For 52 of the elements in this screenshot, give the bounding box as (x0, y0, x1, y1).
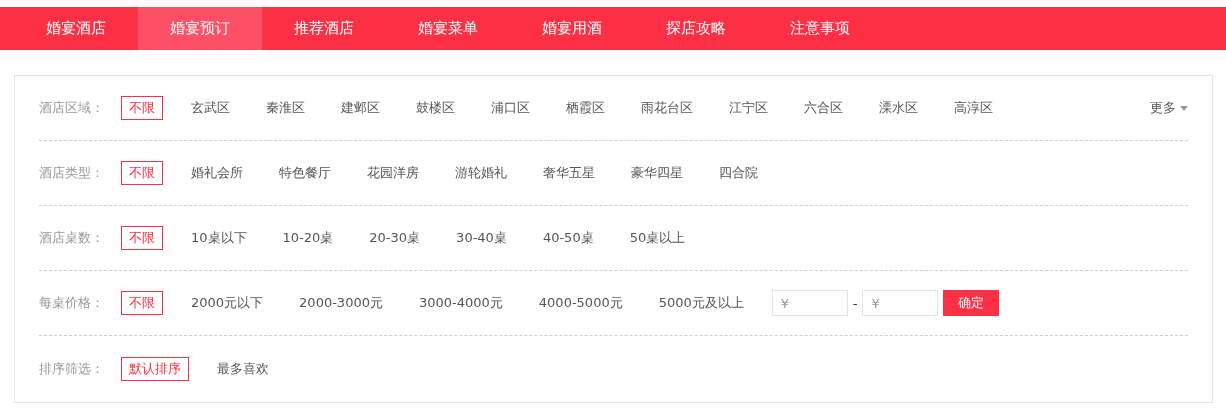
filter-label: 酒店桌数： (39, 229, 105, 247)
filter-option[interactable]: 江宁区 (721, 96, 776, 120)
confirm-button[interactable]: 确定 (943, 290, 1000, 316)
filter-option[interactable]: 六合区 (796, 96, 851, 120)
nav-tab[interactable]: 婚宴菜单 (386, 7, 510, 50)
filter-label: 每桌价格： (39, 294, 105, 312)
filter-option[interactable]: 游轮婚礼 (447, 161, 515, 185)
filter-option[interactable]: 2000元以下 (183, 291, 272, 315)
nav-tab[interactable]: 探店攻略 (634, 7, 758, 50)
filter-option[interactable]: 特色餐厅 (271, 161, 339, 185)
filter-option[interactable]: 花园洋房 (359, 161, 427, 185)
filter-option[interactable]: 秦淮区 (258, 96, 313, 120)
filter-option[interactable]: 鼓楼区 (408, 96, 463, 120)
filter-label: 酒店区域： (39, 99, 105, 117)
filter-option[interactable]: 30-40桌 (448, 226, 515, 250)
filter-label: 排序筛选： (39, 359, 105, 378)
filter-option[interactable]: 默认排序 (121, 356, 189, 381)
nav-tab[interactable]: 婚宴用酒 (510, 7, 634, 50)
max-price-field[interactable]: ¥ (862, 290, 939, 316)
nav-tab[interactable]: 推荐酒店 (262, 7, 386, 50)
filter-option[interactable]: 建邺区 (333, 96, 388, 120)
filter-option[interactable]: 4000-5000元 (530, 291, 631, 315)
filter-option[interactable]: 浦口区 (483, 96, 538, 120)
filter-option[interactable]: 最多喜欢 (209, 356, 277, 381)
filter-option[interactable]: 5000元及以上 (650, 291, 752, 315)
filter-option[interactable]: 10-20桌 (274, 226, 342, 250)
filter-option[interactable]: 雨花台区 (633, 96, 701, 120)
filter-option[interactable]: 玄武区 (183, 96, 238, 120)
filter-option[interactable]: 四合院 (711, 161, 766, 185)
more-link[interactable]: 更多 (1150, 99, 1188, 117)
min-price-field[interactable]: ¥ (771, 290, 848, 316)
filter-option[interactable]: 豪华四星 (623, 161, 691, 185)
filter-option[interactable]: 栖霞区 (558, 96, 613, 120)
filter-option[interactable]: 40-50桌 (534, 226, 602, 250)
filter-label: 酒店类型： (39, 164, 105, 182)
nav-tab[interactable]: 注意事项 (758, 7, 882, 50)
caret-down-icon (1180, 105, 1188, 111)
filter-option[interactable]: 20-30桌 (361, 226, 429, 250)
nav-tab[interactable]: 婚宴酒店 (14, 7, 138, 50)
filter-option[interactable]: 不限 (121, 161, 163, 185)
filter-option[interactable]: 10桌以下 (183, 226, 255, 250)
filter-option[interactable]: 奢华五星 (535, 161, 603, 185)
filter-option[interactable]: 3000-4000元 (410, 291, 511, 315)
filter-option[interactable]: 不限 (121, 291, 163, 315)
filter-option[interactable]: 高淳区 (946, 96, 1001, 120)
filter-option[interactable]: 婚礼会所 (183, 161, 251, 185)
filter-option[interactable]: 溧水区 (871, 96, 926, 120)
filter-option[interactable]: 不限 (121, 96, 163, 120)
range-separator: - (852, 295, 858, 311)
filter-option[interactable]: 不限 (121, 226, 163, 250)
filter-option[interactable]: 50桌以上 (621, 226, 694, 250)
filter-option[interactable]: 2000-3000元 (291, 291, 391, 315)
